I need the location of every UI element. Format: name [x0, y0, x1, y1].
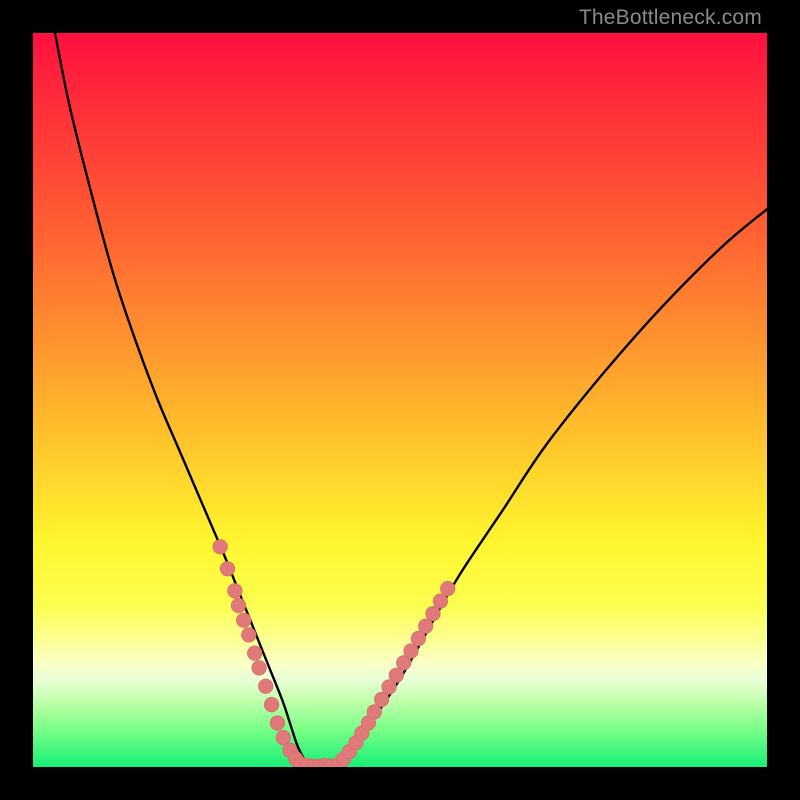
- data-marker: [433, 594, 447, 608]
- data-marker: [374, 692, 388, 706]
- data-marker: [237, 613, 251, 627]
- data-marker: [264, 697, 278, 711]
- data-marker: [289, 752, 303, 766]
- data-marker: [306, 759, 320, 767]
- data-marker: [336, 752, 350, 766]
- data-marker: [276, 730, 290, 744]
- data-marker: [248, 646, 262, 660]
- data-marker: [312, 759, 326, 767]
- data-marker: [318, 758, 332, 767]
- curve-layer: [33, 33, 767, 767]
- data-marker: [231, 598, 245, 612]
- data-marker: [419, 619, 433, 633]
- data-marker: [361, 716, 375, 730]
- data-marker: [404, 644, 418, 658]
- data-marker: [411, 631, 425, 645]
- data-marker: [228, 584, 242, 598]
- chart-stage: TheBottleneck.com: [0, 0, 800, 800]
- data-marker: [367, 705, 381, 719]
- data-marker: [342, 744, 356, 758]
- data-marker: [270, 716, 284, 730]
- data-marker: [213, 540, 227, 554]
- data-marker: [349, 736, 363, 750]
- data-marker: [426, 606, 440, 620]
- data-marker: [355, 726, 369, 740]
- watermark-text: TheBottleneck.com: [579, 6, 762, 30]
- data-marker: [325, 759, 339, 767]
- data-marker: [259, 679, 273, 693]
- data-marker: [300, 758, 314, 767]
- bottleneck-curve-path: [55, 33, 767, 767]
- data-marker: [252, 661, 266, 675]
- data-marker: [242, 628, 256, 642]
- marker-layer: [213, 540, 455, 767]
- data-marker: [294, 757, 308, 767]
- data-marker: [283, 743, 297, 757]
- plot-area: [33, 33, 767, 767]
- data-marker: [330, 758, 344, 767]
- data-marker: [441, 581, 455, 595]
- data-marker: [382, 680, 396, 694]
- data-marker: [389, 668, 403, 682]
- data-marker: [220, 562, 234, 576]
- data-marker: [397, 656, 411, 670]
